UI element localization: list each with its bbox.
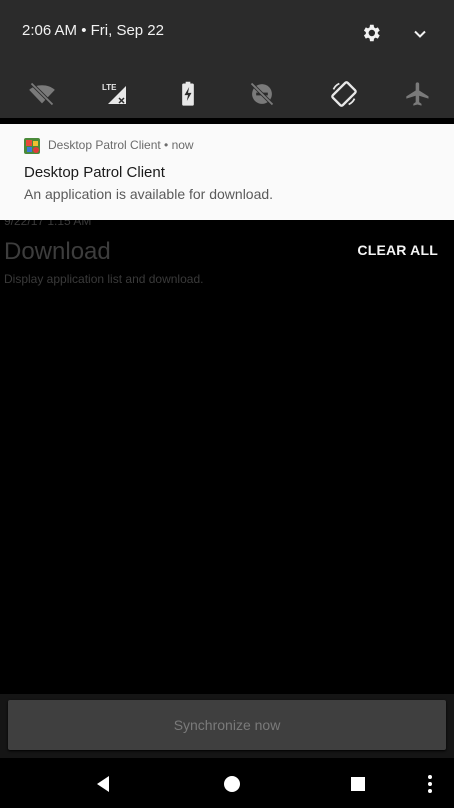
navigation-bar bbox=[0, 758, 454, 808]
battery-charging-icon[interactable] bbox=[174, 80, 202, 108]
quick-settings-tiles: LTE bbox=[0, 74, 454, 114]
synchronize-now-button[interactable]: Synchronize now bbox=[8, 700, 446, 750]
overflow-menu-icon[interactable] bbox=[418, 772, 442, 796]
app-icon bbox=[24, 138, 40, 154]
auto-rotate-icon[interactable] bbox=[330, 80, 358, 108]
status-header: 2:06 AM • Fri, Sep 22 bbox=[0, 0, 454, 62]
do-not-disturb-off-icon[interactable] bbox=[248, 80, 276, 108]
airplane-mode-icon[interactable] bbox=[404, 80, 432, 108]
wifi-off-icon[interactable] bbox=[28, 80, 56, 108]
notification-header: Desktop Patrol Client • now bbox=[48, 138, 194, 152]
back-icon[interactable] bbox=[92, 772, 116, 796]
quick-settings-shade: 2:06 AM • Fri, Sep 22 LTE bbox=[0, 0, 454, 118]
date-time: 2:06 AM • Fri, Sep 22 bbox=[22, 22, 164, 39]
home-icon[interactable] bbox=[220, 772, 244, 796]
recents-icon[interactable] bbox=[346, 772, 370, 796]
background-title: Download bbox=[4, 238, 111, 265]
background-subtitle: Display application list and download. bbox=[4, 272, 204, 286]
background-app-header: 9/22/17 1:15 AM Download Display applica… bbox=[0, 220, 454, 300]
notification-body: An application is available for download… bbox=[24, 186, 274, 202]
chevron-down-icon[interactable] bbox=[410, 24, 430, 44]
notification-card[interactable]: Desktop Patrol Client • now Desktop Patr… bbox=[0, 124, 454, 220]
lte-signal-icon[interactable]: LTE bbox=[100, 80, 128, 108]
settings-gear-icon[interactable] bbox=[360, 22, 382, 44]
background-timestamp: 9/22/17 1:15 AM bbox=[4, 220, 92, 228]
notification-title: Desktop Patrol Client bbox=[24, 164, 165, 181]
clear-all-button[interactable]: CLEAR ALL bbox=[357, 242, 438, 258]
sync-bar: Synchronize now bbox=[0, 694, 454, 758]
svg-text:LTE: LTE bbox=[102, 83, 117, 92]
